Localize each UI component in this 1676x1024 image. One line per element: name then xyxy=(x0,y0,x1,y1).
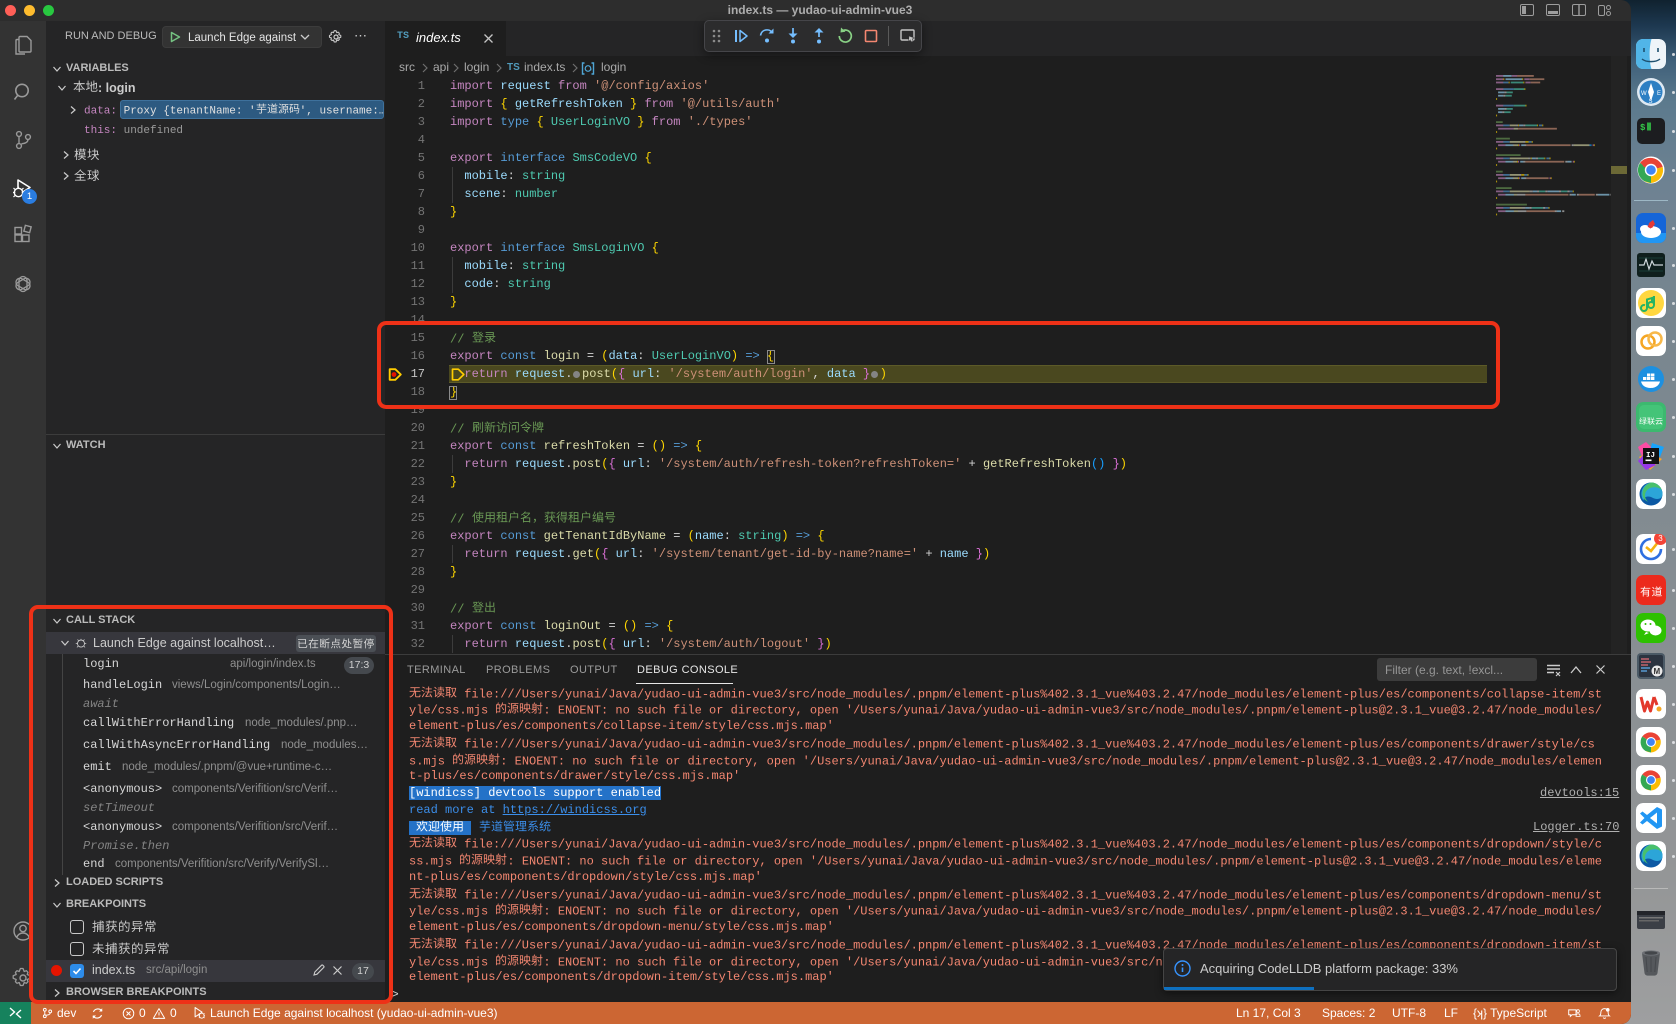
svg-text:M: M xyxy=(1654,667,1661,676)
svg-text:E: E xyxy=(1657,91,1661,97)
svg-text:IJ: IJ xyxy=(1646,452,1655,460)
svg-text:$: $ xyxy=(1640,123,1646,133)
svg-text:W: W xyxy=(1641,91,1647,97)
svg-text:S: S xyxy=(1649,99,1653,105)
